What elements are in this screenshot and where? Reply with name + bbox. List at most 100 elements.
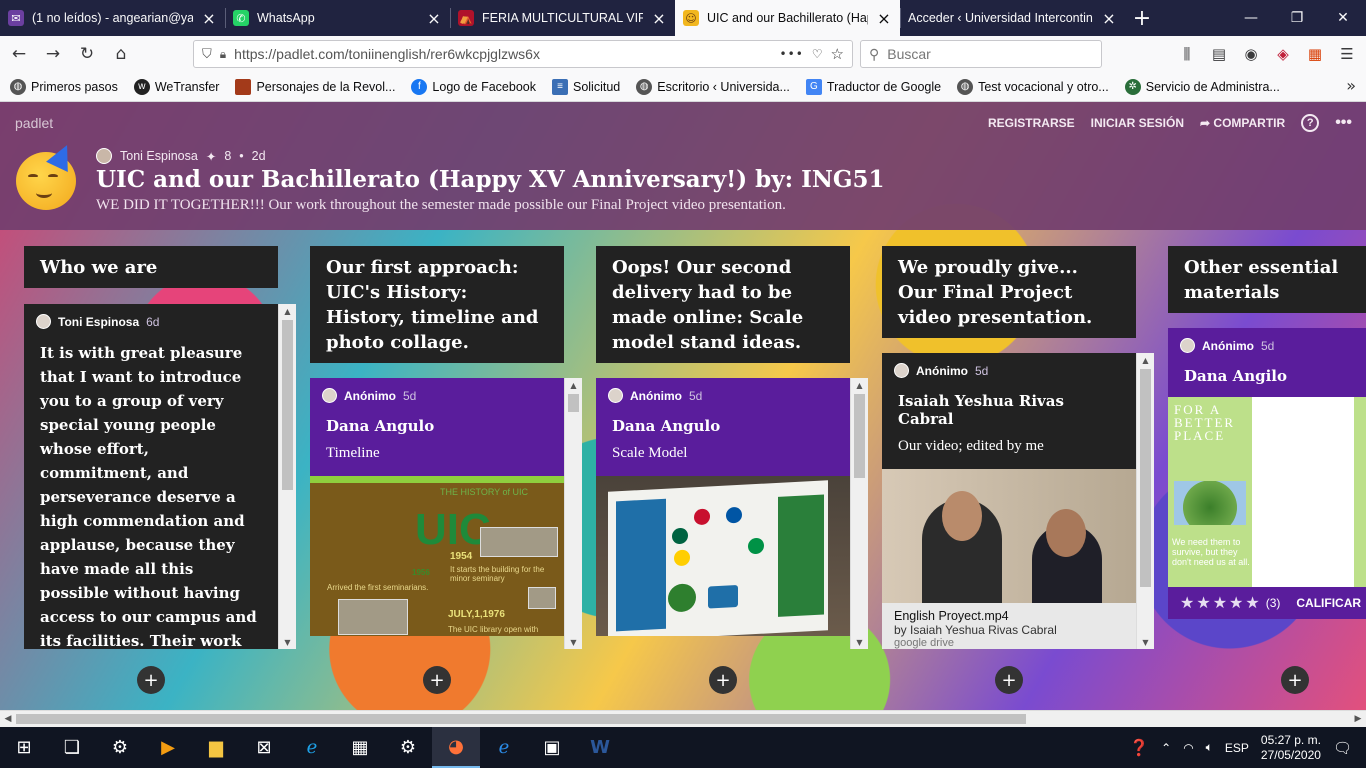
minimize-button[interactable]: — [1228,0,1274,36]
register-button[interactable]: REGISTRARSE [988,116,1075,130]
maximize-button[interactable]: ❐ [1274,0,1320,36]
office-icon[interactable]: ▦ [1302,40,1328,68]
post-card[interactable]: Anónimo 5d Dana Angilo FOR A BETTER PLAC… [1168,328,1366,619]
shield-icon[interactable]: ⛉ [202,47,212,62]
share-button[interactable]: ➦ COMPARTIR [1200,116,1285,130]
add-post-button[interactable]: + [709,666,737,694]
timeline-image[interactable]: THE HISTORY of UIC UIC 1954 It starts th… [310,476,564,636]
close-window-button[interactable]: ✕ [1320,0,1366,36]
close-tab-icon[interactable]: × [201,9,217,28]
extension-icon[interactable]: ◈ [1270,40,1296,68]
new-tab-button[interactable]: + [1125,0,1159,36]
bookmark-item[interactable]: ≡ Solicitud [551,78,620,95]
help-icon[interactable]: ? [1301,114,1320,132]
bookmark-item[interactable]: ✲ Servicio de Administra... [1124,78,1280,95]
forward-button[interactable]: → [38,39,68,69]
tab-whatsapp[interactable]: ✆ WhatsApp × [225,0,450,36]
tab-feria[interactable]: ⛺ FERIA MULTICULTURAL VIRTUAL × [450,0,675,36]
language-indicator[interactable]: ESP [1225,741,1249,755]
pocket-icon[interactable]: ♡ [812,47,823,61]
task-view-icon[interactable]: ❏ [48,727,96,768]
scroll-up-arrow[interactable]: ▲ [1137,353,1154,367]
store-icon[interactable]: ⊠ [240,727,288,768]
close-tab-icon[interactable]: × [1101,9,1117,28]
start-button[interactable]: ⊞ [0,727,48,768]
rate-button[interactable]: CALIFICAR [1296,596,1361,610]
scroll-down-arrow[interactable]: ▼ [851,635,868,649]
post-card[interactable]: Anónimo 5d Dana Angulo Scale Model [596,378,850,636]
scroll-thumb[interactable] [1140,369,1151,587]
scroll-thumb[interactable] [282,320,293,490]
tab-padlet[interactable]: ☺ UIC and our Bachillerato (Happy XV Ann… [675,0,900,36]
scroll-left-arrow[interactable]: ◀ [0,711,16,727]
add-post-button[interactable]: + [137,666,165,694]
scroll-down-arrow[interactable]: ▼ [565,635,582,649]
clock[interactable]: 05:27 p. m. 27/05/2020 [1261,733,1321,763]
bookmark-item[interactable]: G Traductor de Google [805,78,941,95]
close-tab-icon[interactable]: × [876,9,892,28]
scale-model-image[interactable] [596,476,850,636]
edge-icon[interactable]: ℯ [480,727,528,768]
back-button[interactable]: ← [4,39,34,69]
file-explorer-icon[interactable]: ▆ [192,727,240,768]
bookmark-item[interactable]: f Logo de Facebook [411,78,536,95]
attachment-caption[interactable]: English Proyect.mp4 by Isaiah Yeshua Riv… [882,603,1136,649]
search-input[interactable]: Buscar [887,46,931,62]
library-icon[interactable]: ⫼ [1174,40,1200,68]
padlet-logo[interactable]: padlet [15,115,53,131]
bookmark-item[interactable]: ◍ Escritorio ‹ Universida... [636,78,790,95]
padlet-author[interactable]: Toni Espinosa [120,149,198,163]
tab-uic-login[interactable]: Acceder ‹ Universidad Intercontinental × [900,0,1125,36]
more-options-icon[interactable]: ••• [1335,114,1352,132]
post-card[interactable]: Anónimo 5d Isaiah Yeshua Rivas Cabral Ou… [882,353,1136,649]
url-text[interactable]: https://padlet.com/toniinenglish/rer6wkc… [234,46,771,62]
url-bar[interactable]: ⛉ 🔒︎ https://padlet.com/toniinenglish/re… [193,40,853,68]
post-scrollbar[interactable]: ▲ ▼ [1136,353,1154,649]
tab-yahoo-mail[interactable]: ✉ (1 no leídos) - angearian@yahoo.com × [0,0,225,36]
star-icon[interactable]: ★ [1196,593,1210,613]
scroll-thumb[interactable] [854,394,865,478]
settings-icon[interactable]: ⚙ [384,727,432,768]
add-post-button[interactable]: + [995,666,1023,694]
sidebar-icon[interactable]: ▤ [1206,40,1232,68]
infographic-image[interactable]: FOR A BETTER PLACE We need them to survi… [1168,397,1366,587]
calculator-icon[interactable]: ▦ [336,727,384,768]
add-post-button[interactable]: + [1281,666,1309,694]
app-icon[interactable]: ⚙︎ [96,727,144,768]
wifi-icon[interactable]: ◠ [1183,741,1193,755]
bookmark-item[interactable]: w WeTransfer [133,78,219,95]
bookmark-star-icon[interactable]: ☆ [831,45,844,63]
media-player-icon[interactable]: ▶ [144,727,192,768]
bookmark-item[interactable]: ◍ Primeros pasos [10,78,118,95]
help-tray-icon[interactable]: ❓ [1129,738,1149,758]
scroll-thumb[interactable] [16,714,1026,724]
video-thumbnail[interactable] [882,469,1136,603]
post-card[interactable]: Toni Espinosa 6d It is with great pleasu… [24,304,278,649]
post-scrollbar[interactable]: ▲ ▼ [278,304,296,649]
star-icon[interactable]: ★ [1213,593,1227,613]
scroll-right-arrow[interactable]: ▶ [1350,711,1366,727]
close-tab-icon[interactable]: × [651,9,667,28]
post-card[interactable]: Anónimo 5d Dana Angulo Timeline THE HIST… [310,378,564,636]
close-tab-icon[interactable]: × [426,9,442,28]
reload-button[interactable]: ↻ [72,39,102,69]
avatar[interactable] [96,148,112,164]
photos-icon[interactable]: ▣ [528,727,576,768]
scroll-thumb[interactable] [568,394,579,412]
scroll-up-arrow[interactable]: ▲ [565,378,582,392]
notifications-icon[interactable]: 🗨︎ [1333,739,1352,757]
login-button[interactable]: INICIAR SESIÓN [1091,116,1184,130]
post-scrollbar[interactable]: ▲ ▼ [564,378,582,649]
star-icon[interactable]: ★ [1245,593,1259,613]
post-scrollbar[interactable]: ▲ ▼ [850,378,868,649]
home-button[interactable]: ⌂ [106,39,136,69]
add-post-button[interactable]: + [423,666,451,694]
search-bar[interactable]: ⚲ Buscar [860,40,1102,68]
account-icon[interactable]: ◉ [1238,40,1264,68]
page-actions-icon[interactable]: ••• [780,47,804,61]
menu-icon[interactable]: ☰ [1334,40,1360,68]
bookmarks-overflow-icon[interactable]: » [1346,76,1356,95]
star-icon[interactable]: ★ [1229,593,1243,613]
word-icon[interactable]: W [576,727,624,768]
horizontal-scrollbar[interactable]: ◀ ▶ [0,710,1366,727]
